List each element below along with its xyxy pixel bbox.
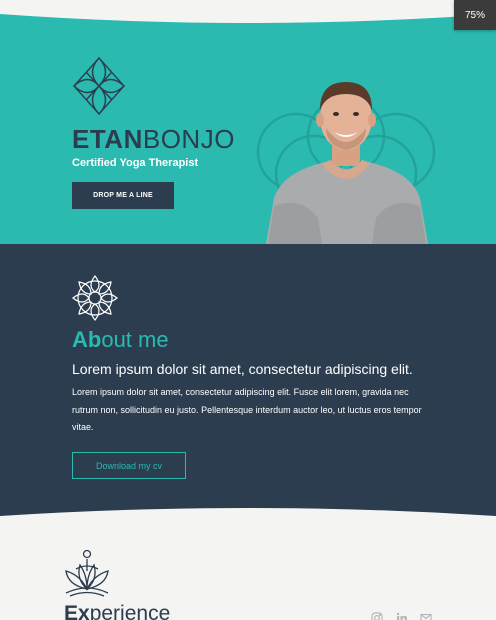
email-icon[interactable] xyxy=(420,612,432,620)
about-lead: Lorem ipsum dolor sit amet, consectetur … xyxy=(72,361,413,377)
experience-title-rest: perience xyxy=(89,602,171,620)
bottom-wave-divider xyxy=(0,508,496,530)
drop-me-a-line-button[interactable]: DROP ME A LINE xyxy=(72,182,174,209)
hero-section: ETANBONJO Certified Yoga Therapist DROP … xyxy=(0,14,496,244)
about-title-bold: Ab xyxy=(72,327,102,352)
top-wave-divider xyxy=(0,0,496,23)
experience-title: Experience xyxy=(64,602,170,620)
about-title-rest: out me xyxy=(101,327,169,352)
lotus-logo-icon xyxy=(72,56,126,116)
download-cv-button[interactable]: Download my cv xyxy=(72,452,186,479)
hero-name-bold: ETAN xyxy=(72,124,143,154)
hero-name-light: BONJO xyxy=(142,124,235,154)
hero-subtitle: Certified Yoga Therapist xyxy=(72,157,199,169)
linkedin-icon[interactable] xyxy=(396,612,408,620)
hero-name: ETANBONJO xyxy=(72,124,235,155)
experience-title-bold: Ex xyxy=(64,602,90,620)
zoom-level-badge: 75% xyxy=(454,0,496,30)
portrait-photo xyxy=(266,82,428,244)
mandala-flower-icon xyxy=(72,275,118,321)
about-title: About me xyxy=(72,327,169,353)
about-section: About me Lorem ipsum dolor sit amet, con… xyxy=(0,244,496,516)
instagram-icon[interactable] xyxy=(371,612,383,620)
about-body: Lorem ipsum dolor sit amet, consectetur … xyxy=(72,387,422,432)
meditation-lotus-icon xyxy=(65,549,109,597)
